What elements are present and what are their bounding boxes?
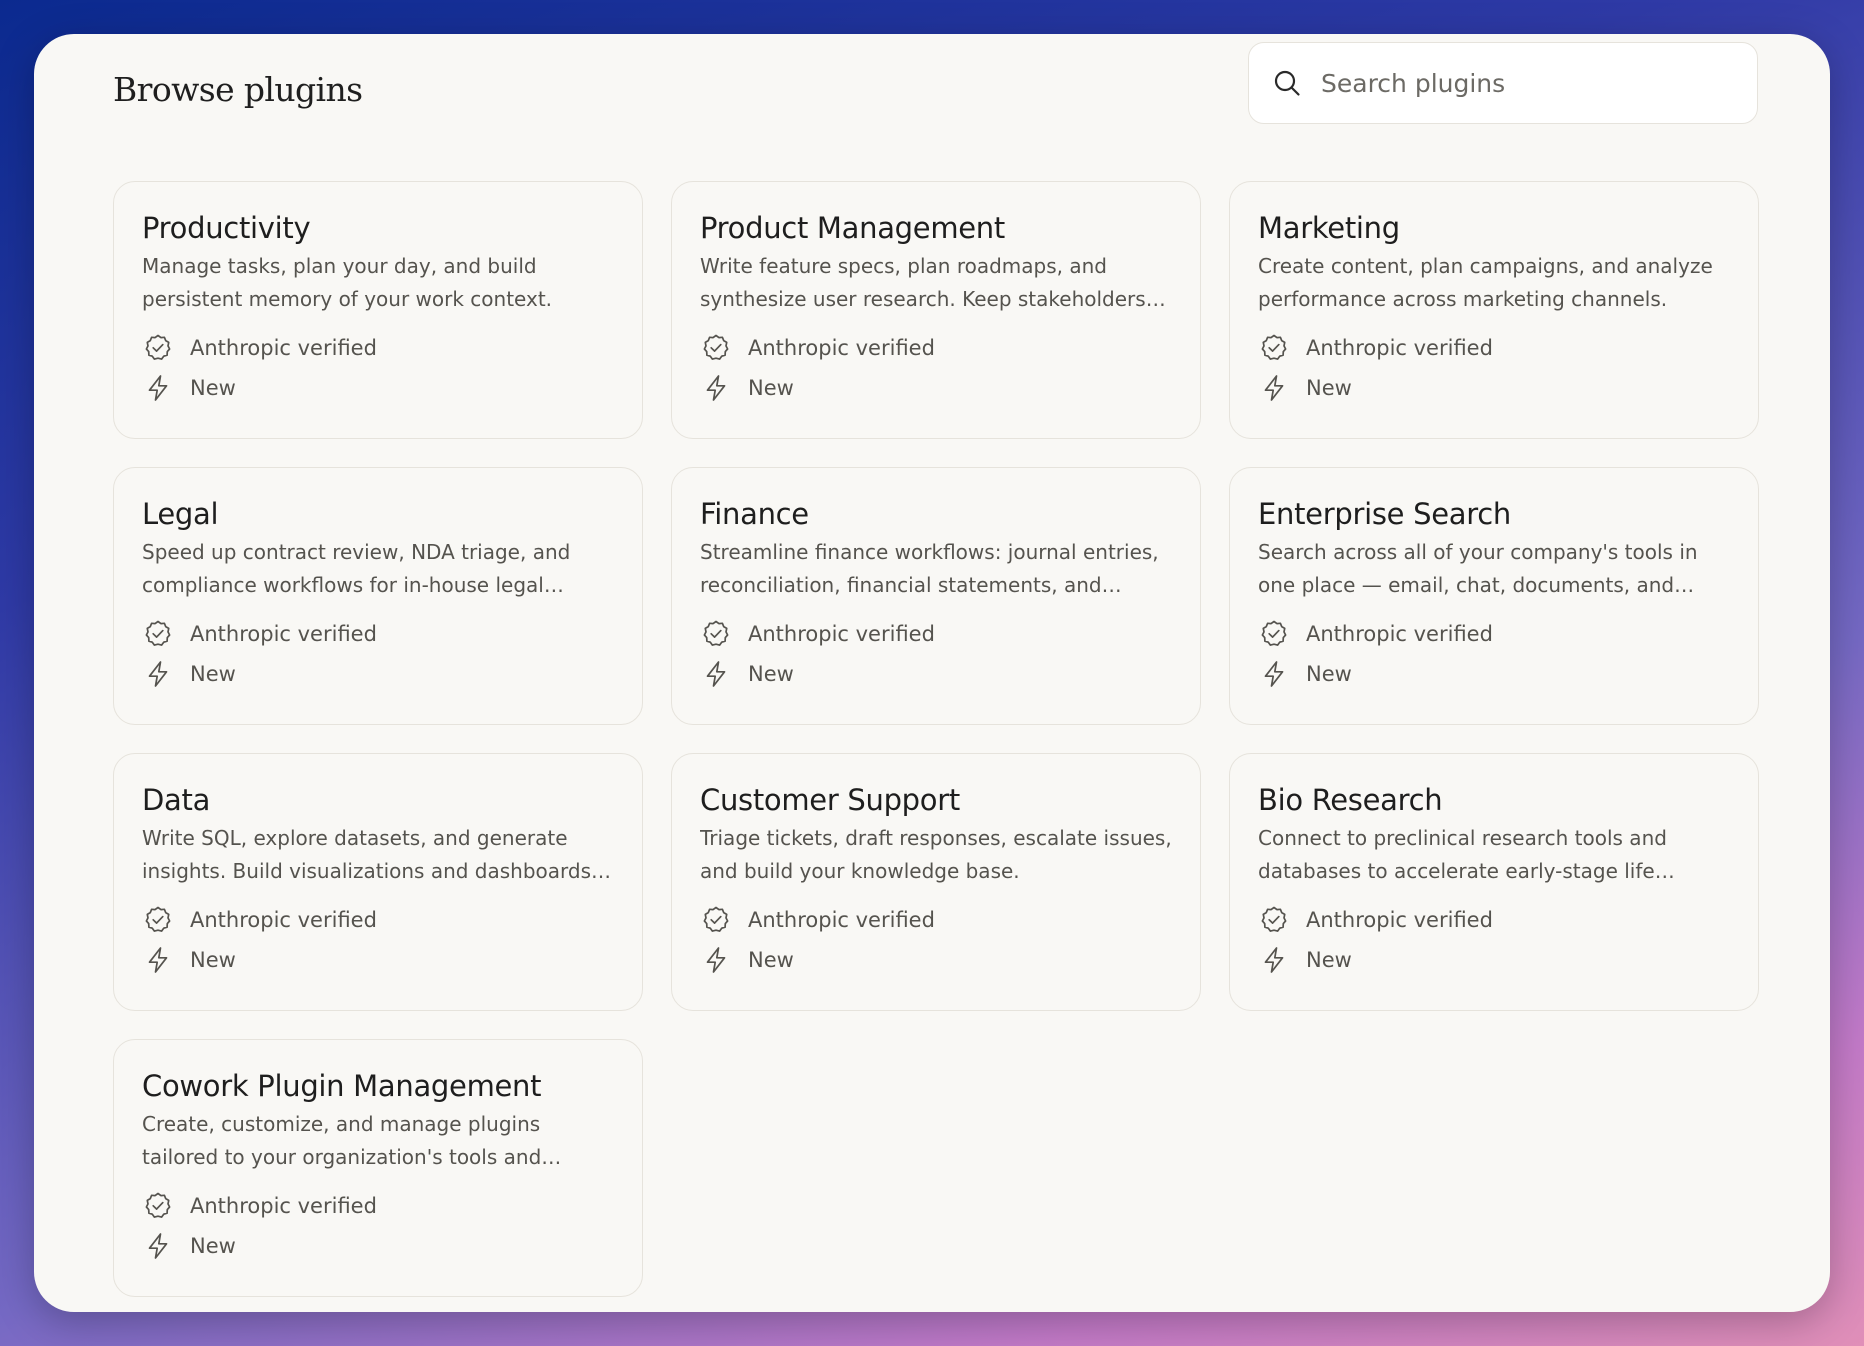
verified-badge-icon	[142, 618, 174, 650]
plugin-title: Bio Research	[1258, 783, 1443, 817]
page-title: Browse plugins	[113, 70, 363, 109]
plugin-title: Enterprise Search	[1258, 497, 1511, 531]
verified-badge-icon	[1258, 904, 1290, 936]
verified-row: Anthropic verified	[1258, 900, 1730, 940]
plugins-window: Browse plugins Productivity Manage tasks…	[34, 34, 1830, 1312]
plugin-title: Finance	[700, 497, 809, 531]
plugin-description: Write SQL, explore datasets, and generat…	[142, 826, 612, 883]
plugin-card[interactable]: Data Write SQL, explore datasets, and ge…	[113, 753, 643, 1011]
verified-label: Anthropic verified	[190, 622, 377, 646]
verified-label: Anthropic verified	[748, 908, 935, 932]
verified-badge-icon	[1258, 332, 1290, 364]
verified-label: Anthropic verified	[190, 908, 377, 932]
new-row: New	[142, 368, 614, 408]
new-label: New	[1306, 662, 1352, 686]
plugin-card[interactable]: Finance Streamline finance workflows: jo…	[671, 467, 1201, 725]
new-label: New	[190, 1234, 236, 1258]
new-row: New	[1258, 654, 1730, 694]
lightning-bolt-icon	[700, 944, 732, 976]
new-row: New	[142, 940, 614, 980]
verified-row: Anthropic verified	[700, 614, 1172, 654]
plugin-card[interactable]: Product Management Write feature specs, …	[671, 181, 1201, 439]
plugin-description: Create content, plan campaigns, and anal…	[1258, 254, 1713, 311]
plugin-grid: Productivity Manage tasks, plan your day…	[113, 181, 1759, 1297]
verified-badge-icon	[142, 332, 174, 364]
lightning-bolt-icon	[700, 372, 732, 404]
plugin-description: Write feature specs, plan roadmaps, and …	[700, 254, 1166, 311]
verified-badge-icon	[700, 618, 732, 650]
search-input[interactable]	[1319, 52, 1723, 114]
new-label: New	[190, 662, 236, 686]
new-row: New	[700, 940, 1172, 980]
plugin-description: Search across all of your company's tool…	[1258, 540, 1698, 597]
new-label: New	[1306, 948, 1352, 972]
plugin-card[interactable]: Legal Speed up contract review, NDA tria…	[113, 467, 643, 725]
verified-badge-icon	[1258, 618, 1290, 650]
verified-label: Anthropic verified	[748, 622, 935, 646]
plugin-title: Product Management	[700, 211, 1005, 245]
plugin-card[interactable]: Marketing Create content, plan campaigns…	[1229, 181, 1759, 439]
plugin-card[interactable]: Productivity Manage tasks, plan your day…	[113, 181, 643, 439]
plugin-card[interactable]: Enterprise Search Search across all of y…	[1229, 467, 1759, 725]
new-label: New	[748, 376, 794, 400]
verified-row: Anthropic verified	[700, 328, 1172, 368]
new-row: New	[1258, 940, 1730, 980]
new-label: New	[190, 376, 236, 400]
lightning-bolt-icon	[142, 658, 174, 690]
lightning-bolt-icon	[1258, 944, 1290, 976]
plugin-card[interactable]: Bio Research Connect to preclinical rese…	[1229, 753, 1759, 1011]
plugin-title: Legal	[142, 497, 219, 531]
verified-row: Anthropic verified	[142, 614, 614, 654]
verified-label: Anthropic verified	[190, 1194, 377, 1218]
new-label: New	[1306, 376, 1352, 400]
lightning-bolt-icon	[142, 1230, 174, 1262]
lightning-bolt-icon	[142, 944, 174, 976]
new-row: New	[700, 368, 1172, 408]
lightning-bolt-icon	[1258, 372, 1290, 404]
plugin-description: Triage tickets, draft responses, escalat…	[700, 826, 1172, 883]
verified-label: Anthropic verified	[1306, 622, 1493, 646]
lightning-bolt-icon	[1258, 658, 1290, 690]
verified-row: Anthropic verified	[142, 900, 614, 940]
lightning-bolt-icon	[142, 372, 174, 404]
verified-row: Anthropic verified	[700, 900, 1172, 940]
plugin-description: Manage tasks, plan your day, and build p…	[142, 254, 553, 311]
plugin-description: Speed up contract review, NDA triage, an…	[142, 540, 571, 597]
new-row: New	[142, 1226, 614, 1266]
plugin-title: Cowork Plugin Management	[142, 1069, 542, 1103]
plugin-title: Marketing	[1258, 211, 1400, 245]
verified-badge-icon	[700, 332, 732, 364]
plugin-card[interactable]: Customer Support Triage tickets, draft r…	[671, 753, 1201, 1011]
new-row: New	[700, 654, 1172, 694]
verified-badge-icon	[142, 904, 174, 936]
plugin-description: Create, customize, and manage plugins ta…	[142, 1112, 542, 1169]
plugin-title: Data	[142, 783, 211, 817]
plugin-title: Productivity	[142, 211, 311, 245]
verified-row: Anthropic verified	[142, 328, 614, 368]
verified-row: Anthropic verified	[1258, 328, 1730, 368]
verified-label: Anthropic verified	[1306, 336, 1493, 360]
new-label: New	[748, 948, 794, 972]
plugin-description: Streamline finance workflows: journal en…	[700, 540, 1159, 597]
plugin-title: Customer Support	[700, 783, 960, 817]
search-icon	[1271, 67, 1303, 99]
verified-badge-icon	[142, 1190, 174, 1222]
lightning-bolt-icon	[700, 658, 732, 690]
plugin-description: Connect to preclinical research tools an…	[1258, 826, 1675, 883]
verified-label: Anthropic verified	[190, 336, 377, 360]
search-box[interactable]	[1248, 42, 1758, 124]
new-row: New	[142, 654, 614, 694]
new-row: New	[1258, 368, 1730, 408]
plugin-card[interactable]: Cowork Plugin Management Create, customi…	[113, 1039, 643, 1297]
verified-badge-icon	[700, 904, 732, 936]
verified-row: Anthropic verified	[142, 1186, 614, 1226]
verified-label: Anthropic verified	[1306, 908, 1493, 932]
verified-label: Anthropic verified	[748, 336, 935, 360]
new-label: New	[748, 662, 794, 686]
new-label: New	[190, 948, 236, 972]
verified-row: Anthropic verified	[1258, 614, 1730, 654]
